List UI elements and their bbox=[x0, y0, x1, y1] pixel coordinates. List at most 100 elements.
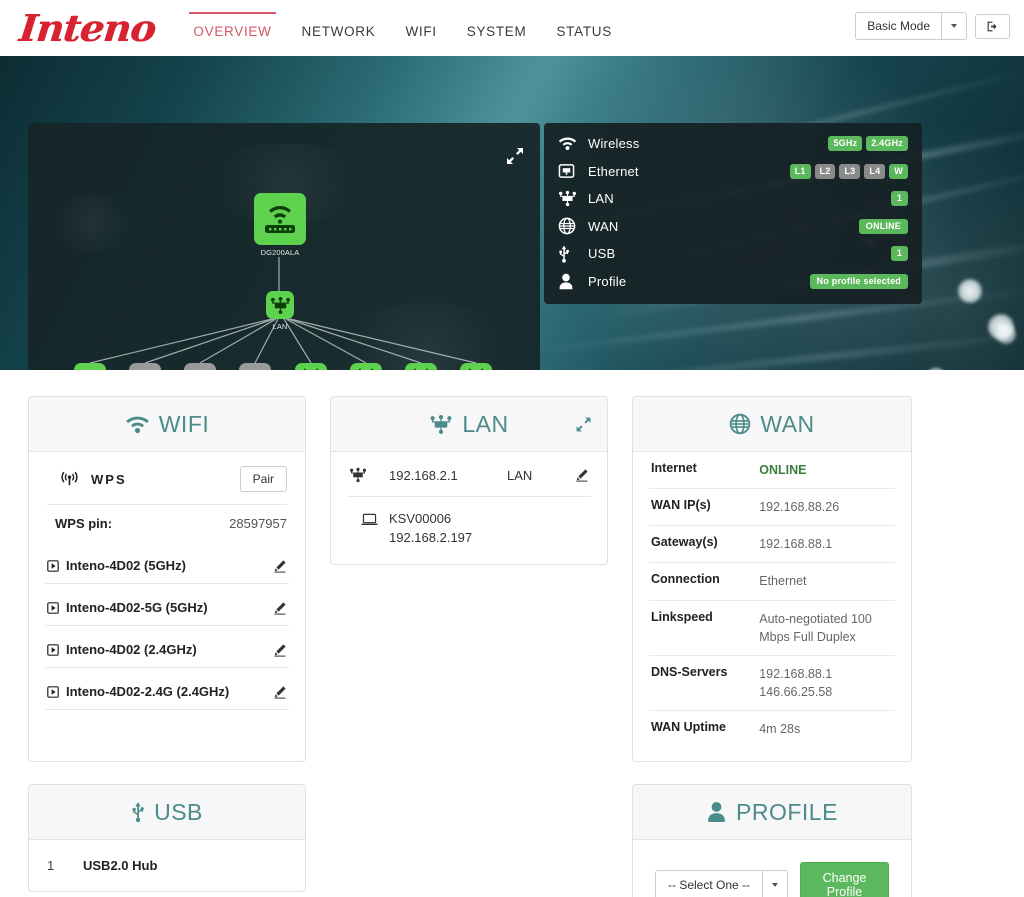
expand-arrows-icon[interactable] bbox=[574, 415, 593, 439]
status-row-profile: Profile No profile selected bbox=[558, 268, 908, 296]
change-profile-button[interactable]: Change Profile bbox=[800, 862, 889, 897]
nav-item-status[interactable]: STATUS bbox=[541, 12, 626, 49]
status-badge[interactable]: L4 bbox=[864, 163, 886, 179]
status-badge[interactable]: L2 bbox=[814, 163, 836, 179]
topology-node-lan4[interactable]: LAN4 bbox=[237, 363, 273, 370]
wan-key: DNS-Servers bbox=[651, 664, 728, 679]
topology-node-wireless-1[interactable]: 5 GHz Inteno-4D02 bbox=[293, 363, 329, 370]
usb-device-row[interactable]: 1 USB2.0 Hub bbox=[45, 840, 289, 891]
wan-card: WAN Internet ONLINE WAN IP(s) 192.168.88… bbox=[632, 396, 912, 763]
wan-details-table: Internet ONLINE WAN IP(s) 192.168.88.26 … bbox=[649, 452, 895, 747]
wan-value: 4m 28s bbox=[759, 722, 801, 736]
chevron-down-icon bbox=[951, 24, 957, 28]
lan-gateway-ip: 192.168.2.1 bbox=[389, 467, 458, 483]
status-badge[interactable]: 1 bbox=[891, 191, 908, 207]
pencil-icon[interactable] bbox=[575, 468, 589, 482]
nav-item-overview[interactable]: OVERVIEW bbox=[178, 12, 286, 49]
ssid-row[interactable]: Inteno-4D02 (2.4GHz) bbox=[45, 626, 289, 668]
topology-node-switch[interactable]: LAN bbox=[264, 291, 296, 331]
topology-node-wireless-2[interactable]: 2.4 GHz Inteno-4D02 bbox=[348, 363, 384, 370]
topology-node-lan2[interactable]: LAN2 bbox=[127, 363, 163, 370]
profile-select-value[interactable]: -- Select One -- bbox=[655, 870, 764, 897]
wps-pin-value: 28597957 bbox=[229, 516, 287, 531]
play-box-icon bbox=[47, 685, 59, 698]
wan-key: Connection bbox=[651, 572, 720, 587]
nav-item-wifi[interactable]: WIFI bbox=[390, 12, 451, 49]
lan-client-row[interactable]: KSV00006 192.168.2.197 bbox=[347, 497, 591, 564]
network-topology-panel: DG200ALA LAN bbox=[28, 123, 540, 370]
table-row: Linkspeed Auto-negotiated 100 Mbps Full … bbox=[649, 600, 895, 656]
status-row-wan: WAN ONLINE bbox=[558, 213, 908, 241]
ssid-row[interactable]: Inteno-4D02 (5GHz) bbox=[45, 542, 289, 584]
pencil-icon[interactable] bbox=[273, 601, 287, 615]
pencil-icon[interactable] bbox=[273, 643, 287, 657]
wan-key: WAN Uptime bbox=[651, 720, 726, 734]
status-badge[interactable]: W bbox=[889, 163, 908, 179]
lan-client-info: KSV00006 192.168.2.197 bbox=[389, 510, 472, 548]
status-badge[interactable]: 2.4GHz bbox=[866, 136, 908, 152]
topology-node-lan1[interactable]: LAN1 bbox=[72, 363, 108, 370]
card-row-top: WIFI WPS Pair WPS pin: 28597957 Inteno-4… bbox=[28, 396, 996, 763]
profile-card: PROFILE -- Select One -- Change Profile bbox=[632, 784, 912, 897]
status-badge[interactable]: L3 bbox=[839, 163, 861, 179]
nav-item-network[interactable]: NETWORK bbox=[287, 12, 391, 49]
wps-pin-label: WPS pin: bbox=[55, 516, 113, 531]
user-icon bbox=[706, 801, 727, 823]
play-box-icon bbox=[47, 601, 59, 614]
globe-icon bbox=[729, 413, 751, 435]
top-right-controls: Basic Mode bbox=[855, 12, 1010, 44]
play-box-icon bbox=[47, 643, 59, 656]
wifi-card-body: WPS Pair WPS pin: 28597957 Inteno-4D02 (… bbox=[29, 452, 305, 748]
usb-card-title-text: USB bbox=[154, 798, 203, 825]
lan-card-body: 192.168.2.1 LAN KSV00006 192.168.2.197 bbox=[331, 452, 607, 564]
background-streak bbox=[560, 330, 1024, 370]
profile-select[interactable]: -- Select One -- bbox=[655, 870, 789, 897]
mode-dropdown-toggle[interactable] bbox=[942, 12, 967, 40]
topology-node-wireless-3[interactable]: 5 GHz Inteno-4D02... bbox=[403, 363, 439, 370]
basic-mode-button[interactable]: Basic Mode bbox=[855, 12, 942, 40]
wps-pair-button[interactable]: Pair bbox=[239, 466, 287, 492]
pencil-icon[interactable] bbox=[273, 559, 287, 573]
status-badges: 1 bbox=[891, 246, 908, 262]
status-label: Profile bbox=[588, 273, 627, 289]
ethernet-port-icon bbox=[129, 363, 161, 370]
lan-card-title: LAN bbox=[429, 411, 508, 438]
topology-node-wireless-4[interactable]: 2.4 GHz Inteno-4D02... bbox=[458, 363, 494, 370]
profile-card-title-text: PROFILE bbox=[736, 798, 838, 825]
logout-button[interactable] bbox=[975, 13, 1010, 39]
wifi-card-title: WIFI bbox=[125, 411, 210, 438]
profile-card-header: PROFILE bbox=[633, 785, 911, 841]
wan-value: Auto-negotiated 100 Mbps Full Duplex bbox=[759, 611, 872, 644]
topology-node-lan3[interactable]: LAN3 bbox=[182, 363, 218, 370]
status-badge[interactable]: L1 bbox=[789, 163, 811, 179]
ethernet-port-icon bbox=[74, 363, 106, 370]
wifi-card-title-text: WIFI bbox=[158, 410, 210, 437]
spacer-column bbox=[330, 784, 608, 897]
main-nav: OVERVIEW NETWORK WIFI SYSTEM STATUS bbox=[178, 0, 627, 56]
nav-item-system[interactable]: SYSTEM bbox=[452, 12, 542, 49]
lan-gateway-row[interactable]: 192.168.2.1 LAN bbox=[347, 452, 591, 497]
top-navigation-bar: Inteno OVERVIEW NETWORK WIFI SYSTEM STAT… bbox=[0, 0, 1024, 56]
ssid-row[interactable]: Inteno-4D02-5G (5GHz) bbox=[45, 584, 289, 626]
profile-select-toggle[interactable] bbox=[763, 870, 789, 897]
wifi-icon bbox=[558, 136, 588, 151]
table-row: WAN Uptime 4m 28s bbox=[649, 711, 895, 748]
ssid-row[interactable]: Inteno-4D02-2.4G (2.4GHz) bbox=[45, 668, 289, 710]
status-badge[interactable]: 5GHz bbox=[828, 136, 863, 152]
wps-label: WPS bbox=[91, 471, 127, 487]
status-row-wireless: Wireless 5GHz 2.4GHz bbox=[558, 130, 908, 158]
wifi-icon bbox=[125, 415, 150, 434]
status-badge[interactable]: ONLINE bbox=[858, 218, 908, 234]
status-badge[interactable]: 1 bbox=[891, 246, 908, 262]
expand-arrows-icon[interactable] bbox=[504, 145, 526, 167]
usb-card-body: 1 USB2.0 Hub bbox=[29, 840, 305, 891]
status-badge[interactable]: No profile selected bbox=[809, 273, 908, 289]
background-bokeh bbox=[988, 314, 1014, 340]
table-row: Internet ONLINE bbox=[649, 452, 895, 489]
status-badges: No profile selected bbox=[809, 273, 908, 289]
topology-node-router[interactable]: DG200ALA bbox=[250, 193, 310, 257]
lan-client-name: KSV00006 bbox=[389, 511, 452, 526]
pencil-icon[interactable] bbox=[273, 685, 287, 699]
